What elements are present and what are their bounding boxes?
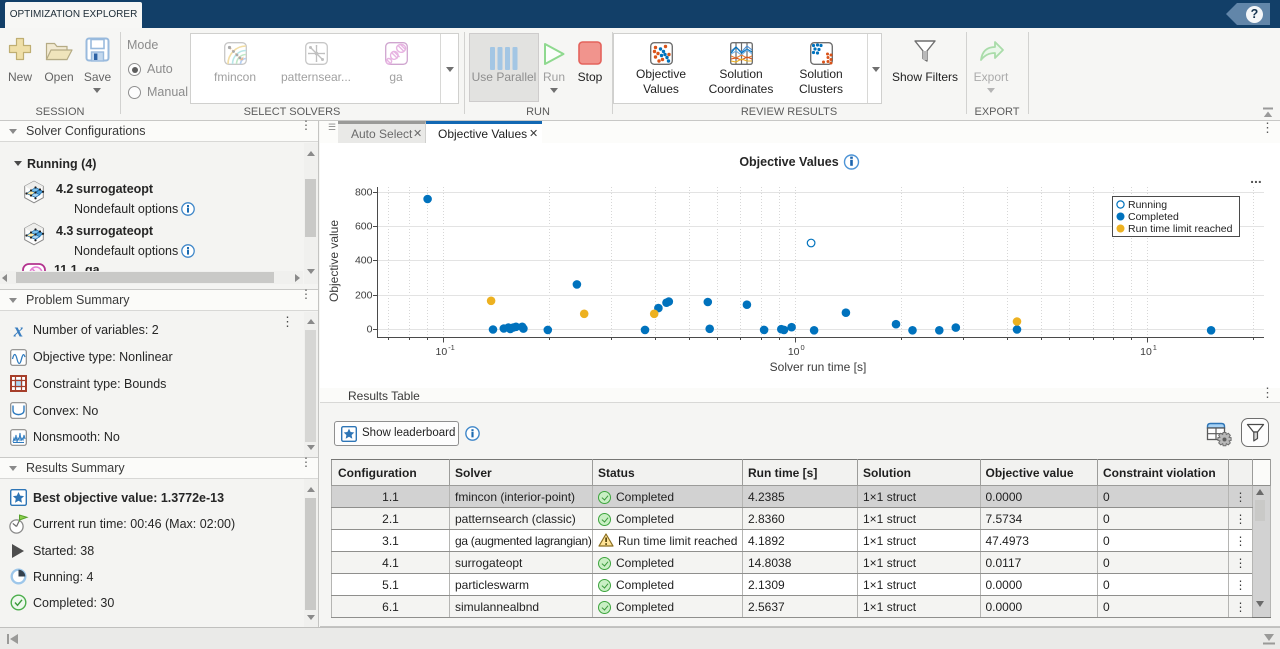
svg-text:0: 0 xyxy=(367,324,373,336)
svg-text:600: 600 xyxy=(355,221,373,233)
svg-text:800: 800 xyxy=(355,187,373,199)
svg-text:1: 1 xyxy=(1153,343,1157,352)
svg-text:Completed: Completed xyxy=(1128,211,1179,223)
svg-text:Run time limit reached: Run time limit reached xyxy=(1128,223,1233,235)
svg-text:0: 0 xyxy=(801,343,805,352)
svg-text:400: 400 xyxy=(355,255,373,267)
svg-text:Objective value: Objective value xyxy=(327,220,341,302)
svg-text:10: 10 xyxy=(788,346,800,358)
svg-text:200: 200 xyxy=(355,290,373,302)
svg-text:10: 10 xyxy=(1140,346,1152,358)
svg-text:-1: -1 xyxy=(448,343,455,352)
svg-text:10: 10 xyxy=(436,346,448,358)
svg-text:x: x xyxy=(13,321,24,340)
svg-text:Solver run time [s]: Solver run time [s] xyxy=(770,360,867,374)
svg-text:...: ... xyxy=(1250,170,1262,186)
svg-text:Running: Running xyxy=(1128,199,1167,211)
svg-text:Objective Values: Objective Values xyxy=(739,155,838,169)
